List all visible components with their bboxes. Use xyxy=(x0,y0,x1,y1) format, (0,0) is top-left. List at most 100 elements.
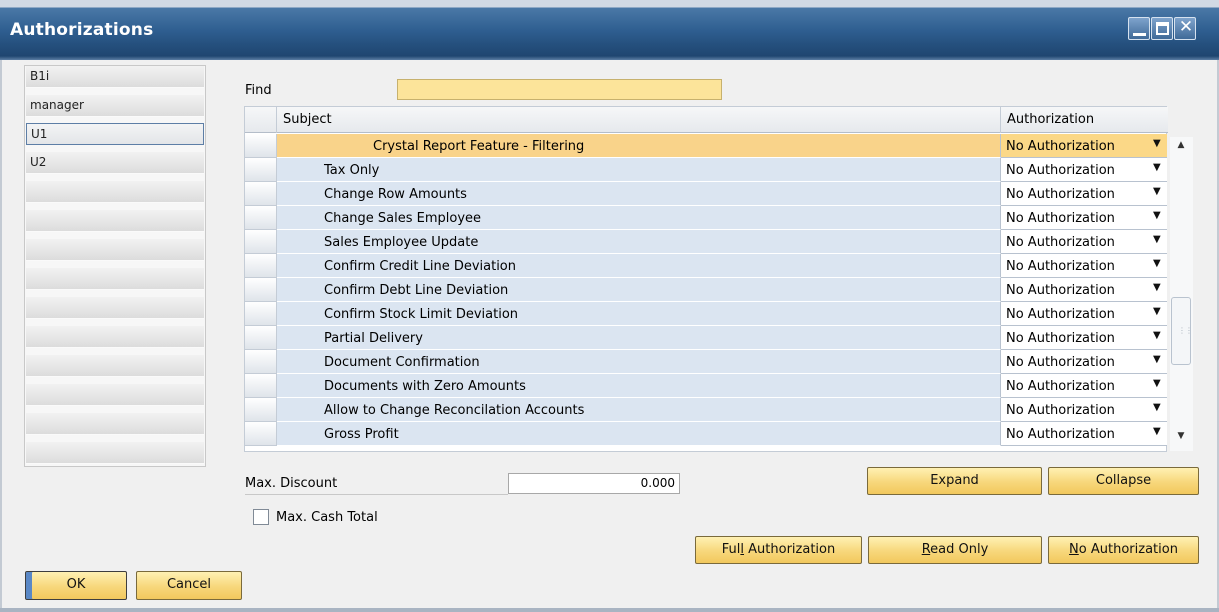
chevron-down-icon[interactable]: ▼ xyxy=(1153,139,1163,149)
subject-column-header[interactable]: Subject xyxy=(277,107,1001,133)
row-header[interactable] xyxy=(245,326,277,350)
ok-button[interactable]: OK xyxy=(25,571,127,600)
user-list: B1i manager U1 U2 xyxy=(24,65,206,467)
maximize-button[interactable] xyxy=(1151,17,1173,40)
authorization-dropdown[interactable]: No Authorization ▼ xyxy=(1001,278,1167,302)
chevron-down-icon[interactable]: ▼ xyxy=(1153,211,1163,221)
chevron-down-icon[interactable]: ▼ xyxy=(1153,403,1163,413)
row-header[interactable] xyxy=(245,398,277,422)
authorization-dropdown[interactable]: No Authorization ▼ xyxy=(1001,326,1167,350)
row-header[interactable] xyxy=(245,182,277,206)
table-row[interactable]: Allow to Change Reconcilation Accounts No… xyxy=(245,398,1168,422)
table-row[interactable]: Partial Delivery No Authorization ▼ xyxy=(245,326,1168,350)
maximize-icon xyxy=(1156,22,1169,35)
table-row[interactable]: Change Row Amounts No Authorization ▼ xyxy=(245,182,1168,206)
chevron-down-icon[interactable]: ▼ xyxy=(1153,187,1163,197)
full-authorization-label-b: Authorization xyxy=(744,542,836,557)
cancel-button[interactable]: Cancel xyxy=(136,571,242,600)
table-row[interactable]: Confirm Stock Limit Deviation No Authoriz… xyxy=(245,302,1168,326)
table-row[interactable]: Documents with Zero Amounts No Authorizat… xyxy=(245,374,1168,398)
row-header[interactable] xyxy=(245,254,277,278)
user-item-empty xyxy=(26,326,204,348)
row-header[interactable] xyxy=(245,422,277,446)
subject-cell[interactable]: Document Confirmation xyxy=(277,350,755,374)
row-header[interactable] xyxy=(245,302,277,326)
table-row[interactable]: Crystal Report Feature - Filtering No Aut… xyxy=(245,134,1168,158)
expand-button[interactable]: Expand xyxy=(867,467,1042,495)
subject-cell[interactable]: Confirm Debt Line Deviation xyxy=(277,278,755,302)
authorization-column-header[interactable]: Authorization xyxy=(1001,107,1167,133)
table-row[interactable]: Document Confirmation No Authorization ▼ xyxy=(245,350,1168,374)
authorization-dropdown[interactable]: No Authorization ▼ xyxy=(1001,182,1167,206)
chevron-down-icon[interactable]: ▼ xyxy=(1153,355,1163,365)
subject-cell[interactable]: Change Sales Employee xyxy=(277,206,755,230)
subject-cell[interactable]: Partial Delivery xyxy=(277,326,755,350)
row-header[interactable] xyxy=(245,374,277,398)
user-item-empty xyxy=(26,239,204,261)
subject-cell[interactable]: Confirm Stock Limit Deviation xyxy=(277,302,755,326)
table-row[interactable]: Change Sales Employee No Authorization ▼ xyxy=(245,206,1168,230)
full-authorization-button[interactable]: Full Authorization xyxy=(695,536,862,564)
authorization-dropdown[interactable]: No Authorization ▼ xyxy=(1001,158,1167,182)
table-row[interactable]: Confirm Credit Line Deviation No Authoriz… xyxy=(245,254,1168,278)
row-header[interactable] xyxy=(245,350,277,374)
close-button[interactable]: ✕ xyxy=(1174,17,1196,40)
chevron-down-icon[interactable]: ▼ xyxy=(1153,235,1163,245)
max-discount-field[interactable]: 0.000 xyxy=(508,473,680,494)
subject-cell[interactable]: Crystal Report Feature - Filtering xyxy=(277,134,755,158)
user-item-u1[interactable]: U1 xyxy=(26,123,204,145)
row-header[interactable] xyxy=(245,278,277,302)
subject-cell[interactable]: Sales Employee Update xyxy=(277,230,755,254)
scroll-up-icon[interactable]: ▲ xyxy=(1173,140,1189,156)
collapse-button[interactable]: Collapse xyxy=(1048,467,1199,495)
authorization-dropdown[interactable]: No Authorization ▼ xyxy=(1001,206,1167,230)
max-cash-total-label: Max. Cash Total xyxy=(276,510,378,525)
authorization-dropdown[interactable]: No Authorization ▼ xyxy=(1001,230,1167,254)
subject-cell[interactable]: Gross Profit xyxy=(277,422,755,446)
authorization-value: No Authorization xyxy=(1006,283,1115,298)
find-input[interactable] xyxy=(397,79,722,100)
table-row[interactable]: Gross Profit No Authorization ▼ xyxy=(245,422,1168,446)
authorization-value: No Authorization xyxy=(1006,355,1115,370)
max-cash-total-checkbox[interactable] xyxy=(253,509,269,525)
minimize-button[interactable] xyxy=(1128,17,1150,40)
table-row[interactable]: Sales Employee Update No Authorization ▼ xyxy=(245,230,1168,254)
authorization-value: No Authorization xyxy=(1006,235,1115,250)
chevron-down-icon[interactable]: ▼ xyxy=(1153,259,1163,269)
chevron-down-icon[interactable]: ▼ xyxy=(1153,427,1163,437)
authorization-dropdown[interactable]: No Authorization ▼ xyxy=(1001,254,1167,278)
read-only-button[interactable]: Read Only xyxy=(868,536,1042,564)
row-header[interactable] xyxy=(245,158,277,182)
scroll-down-icon[interactable]: ▼ xyxy=(1173,431,1189,447)
table-row[interactable]: Confirm Debt Line Deviation No Authorizat… xyxy=(245,278,1168,302)
user-item-u2[interactable]: U2 xyxy=(26,152,204,174)
row-header[interactable] xyxy=(245,134,277,158)
table-row[interactable]: Tax Only No Authorization ▼ xyxy=(245,158,1168,182)
authorization-dropdown[interactable]: No Authorization ▼ xyxy=(1001,350,1167,374)
max-discount-label: Max. Discount xyxy=(245,476,338,491)
chevron-down-icon[interactable]: ▼ xyxy=(1153,163,1163,173)
authorization-dropdown[interactable]: No Authorization ▼ xyxy=(1001,302,1167,326)
chevron-down-icon[interactable]: ▼ xyxy=(1153,307,1163,317)
no-authorization-button[interactable]: No Authorization xyxy=(1048,536,1199,564)
authorization-dropdown[interactable]: No Authorization ▼ xyxy=(1001,398,1167,422)
grid-scrollbar[interactable]: ▲ ⋮⋮ ▼ xyxy=(1170,137,1193,451)
user-item-manager[interactable]: manager xyxy=(26,95,204,117)
user-item-empty xyxy=(26,355,204,377)
authorization-value: No Authorization xyxy=(1006,139,1115,154)
subject-cell[interactable]: Confirm Credit Line Deviation xyxy=(277,254,755,278)
row-header[interactable] xyxy=(245,230,277,254)
chevron-down-icon[interactable]: ▼ xyxy=(1153,331,1163,341)
user-item-b1i[interactable]: B1i xyxy=(26,66,204,88)
subject-cell[interactable]: Tax Only xyxy=(277,158,755,182)
chevron-down-icon[interactable]: ▼ xyxy=(1153,283,1163,293)
scroll-thumb[interactable]: ⋮⋮ xyxy=(1171,297,1193,365)
authorization-dropdown[interactable]: No Authorization ▼ xyxy=(1001,374,1167,398)
subject-cell[interactable]: Change Row Amounts xyxy=(277,182,755,206)
authorization-dropdown[interactable]: No Authorization ▼ xyxy=(1001,422,1167,446)
authorization-dropdown[interactable]: No Authorization ▼ xyxy=(1001,134,1167,158)
subject-cell[interactable]: Allow to Change Reconcilation Accounts xyxy=(277,398,755,422)
row-header[interactable] xyxy=(245,206,277,230)
subject-cell[interactable]: Documents with Zero Amounts xyxy=(277,374,755,398)
chevron-down-icon[interactable]: ▼ xyxy=(1153,379,1163,389)
